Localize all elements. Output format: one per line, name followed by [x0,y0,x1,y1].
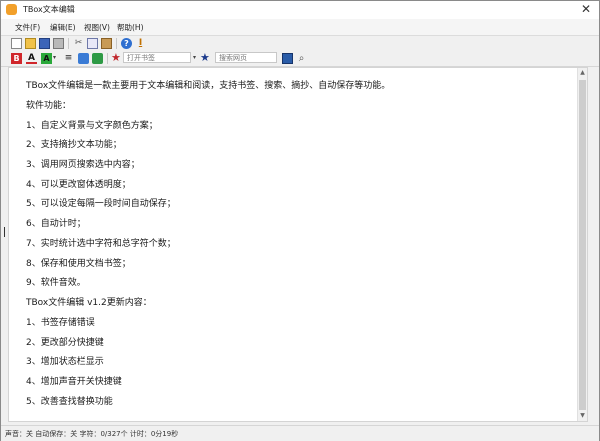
menu-bar: 文件(F) 编辑(E) 视图(V) 帮助(H) [1,19,599,36]
window-title: TBox文本编辑 [23,5,75,14]
close-button[interactable]: ✕ [579,2,593,16]
highlight-color-button[interactable]: A [41,53,52,64]
editor-line: 5、改善查找替换功能 [26,397,113,407]
print-icon[interactable] [53,38,64,49]
open-folder-icon[interactable] [25,38,36,49]
scroll-up-icon[interactable]: ▲ [578,68,587,78]
excerpt-icon[interactable] [92,53,103,64]
chevron-down-icon[interactable]: ▾ [193,54,196,61]
editor-line: 6、自动计时； [26,219,86,229]
cut-icon[interactable]: ✂ [73,38,84,49]
open-bookmark-input[interactable]: 打开书签 [123,52,191,63]
font-icon[interactable]: I [135,38,146,49]
editor-line: 软件功能： [26,101,72,111]
editor-line: 7、实时统计选中字符和总字符个数； [26,239,176,249]
save-icon[interactable] [39,38,50,49]
vertical-scrollbar[interactable]: ▲ ▼ [577,68,587,421]
status-text: 声音：关 自动保存：关 字符：0/327个 计时：0分19秒 [5,430,179,438]
editor-line: 1、书签存储错误 [26,318,95,328]
editor-line: 4、可以更改窗体透明度； [26,180,131,190]
font-color-button[interactable]: A [26,53,37,64]
editor-line: TBox文件编辑 v1.2更新内容： [26,298,152,308]
toolbar-separator [68,38,69,49]
toolbar-separator [116,38,117,49]
editor-line: 1、自定义背景与文字颜色方案； [26,121,158,131]
editor-line: 5、可以设定每隔一段时间自动保存； [26,199,176,209]
find-icon[interactable]: ⌕ [296,53,307,64]
search-star-icon[interactable]: ★ [200,51,210,65]
toolbar-separator [107,53,108,64]
menu-file[interactable]: 文件(F) [15,22,40,33]
bookmark-star-icon[interactable]: ★ [111,51,121,65]
editor-line: 2、支持摘抄文本功能； [26,140,122,150]
text-cursor-marker [4,227,5,237]
menu-view[interactable]: 视图(V) [84,22,110,33]
editor-line: 3、调用网页搜索选中内容； [26,160,140,170]
web-search-icon[interactable] [282,53,293,64]
scroll-thumb[interactable] [579,80,586,410]
editor-line: TBox文件编辑是一款主要用于文本编辑和阅读，支持书签、搜索、摘抄、自动保存等功… [26,81,391,91]
app-window: TBox文本编辑 ✕ 文件(F) 编辑(E) 视图(V) 帮助(H) ✂ ? I… [0,0,600,441]
editor-line: 9、软件音效。 [26,278,86,288]
editor-line: 2、更改部分快捷键 [26,338,104,348]
editor-line: 4、增加声音开关快捷键 [26,377,122,387]
menu-help[interactable]: 帮助(H) [117,22,144,33]
chevron-down-icon[interactable]: ▾ [53,54,56,61]
title-bar: TBox文本编辑 ✕ [1,1,599,19]
align-icon[interactable]: ≡ [63,53,74,64]
app-icon [6,4,17,15]
main-toolbar: ✂ ? I [1,36,599,51]
editor-line: 8、保存和使用文档书签； [26,259,131,269]
bold-button[interactable]: B [11,53,22,64]
scroll-down-icon[interactable]: ▼ [578,411,587,421]
editor-line: 3、增加状态栏显示 [26,357,104,367]
search-replace-icon[interactable] [78,53,89,64]
paste-icon[interactable] [101,38,112,49]
help-icon[interactable]: ? [121,38,132,49]
new-file-icon[interactable] [11,38,22,49]
menu-edit[interactable]: 编辑(E) [50,22,76,33]
status-bar: 声音：关 自动保存：关 字符：0/327个 计时：0分19秒 [1,425,599,441]
text-editor[interactable]: TBox文件编辑是一款主要用于文本编辑和阅读，支持书签、搜索、摘抄、自动保存等功… [8,67,588,422]
copy-icon[interactable] [87,38,98,49]
search-web-input[interactable]: 搜索网页 [215,52,277,63]
format-toolbar: B A A ▾ ≡ ★ 打开书签 ▾ ★ 搜索网页 ⌕ [1,51,599,67]
